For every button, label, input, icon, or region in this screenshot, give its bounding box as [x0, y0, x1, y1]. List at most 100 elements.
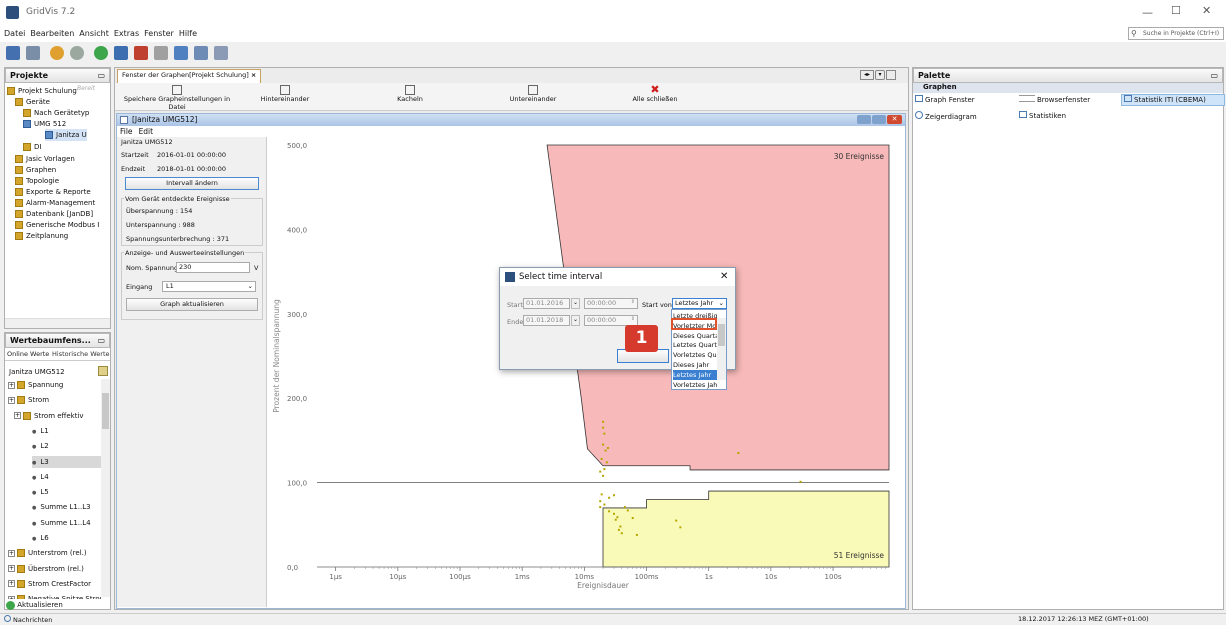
menu-4[interactable]: Fenster [144, 29, 174, 38]
tile-button[interactable]: Kacheln [380, 85, 440, 103]
inner-close-button[interactable]: ✕ [887, 115, 902, 124]
palette-browser-window[interactable]: Browserfenster [1019, 95, 1090, 104]
spinner-icon[interactable]: ⇕ [631, 299, 635, 305]
graph-window-tab[interactable]: Fenster der Graphen[Projekt Schulung] × [117, 69, 262, 83]
minimize-button[interactable]: — [1142, 6, 1153, 19]
cascade-button[interactable]: Hintereinander [255, 85, 315, 103]
save-graph-settings-button[interactable]: Speichere Grapheinstellungen in Datei [117, 85, 237, 111]
projects-hscrollbar[interactable] [5, 318, 110, 328]
menu-5[interactable]: Hilfe [179, 29, 197, 38]
expand-icon[interactable]: + [14, 412, 21, 420]
values-tree-item[interactable]: ● L3 [32, 455, 101, 468]
menu-file[interactable]: File [120, 127, 133, 136]
new-project-icon[interactable] [6, 46, 20, 60]
dropdown-option[interactable]: Letztes Quart [673, 340, 717, 350]
projects-tab[interactable]: Projekte [10, 71, 48, 80]
expand-icon[interactable]: + [8, 381, 15, 389]
iti-chart[interactable]: 0,0 100,0 200,0 300,0 400,0 500,0 1µs 10µs 100µs… [269, 137, 905, 609]
values-tree-item[interactable]: ● L6 [32, 532, 49, 544]
minimize-panel-icon[interactable]: ▭ [1210, 71, 1218, 80]
palette-graph-window[interactable]: Graph Fenster [915, 95, 975, 104]
project-tree-item[interactable]: Zeitplanung [15, 230, 68, 242]
open-project-icon[interactable] [26, 46, 40, 60]
values-tree-item[interactable]: + Strom effektiv [14, 410, 84, 422]
menu-edit[interactable]: Edit [139, 127, 154, 136]
values-tree-item[interactable]: + Spannung [8, 379, 63, 391]
refresh-icon[interactable] [94, 46, 108, 60]
project-tree-item[interactable]: Janitza U [45, 129, 87, 141]
dropdown-option[interactable]: Letztes Jahr [673, 369, 717, 380]
values-tree-item[interactable]: + Strom [8, 394, 49, 406]
maximize-button[interactable]: ☐ [1171, 4, 1181, 17]
close-all-button[interactable]: ✖ Alle schließen [625, 84, 685, 103]
menu-2[interactable]: Ansicht [79, 29, 109, 38]
menu-3[interactable]: Extras [114, 29, 139, 38]
inner-minimize-button[interactable] [857, 115, 871, 124]
dropdown-option[interactable]: Vorletztes Qu [673, 350, 717, 360]
table-icon[interactable] [194, 46, 208, 60]
dropdown-option[interactable]: Dieses Jahr [673, 360, 717, 370]
spinner-icon[interactable]: ⇕ [631, 316, 635, 322]
values-tree-item[interactable]: + Unterstrom (rel.) [8, 547, 87, 559]
change-interval-button[interactable]: Intervall ändern [125, 177, 259, 190]
project-tree-item[interactable]: DI [23, 141, 41, 153]
minimize-panel-icon[interactable]: ▭ [97, 71, 105, 80]
expand-icon[interactable]: + [8, 580, 15, 588]
search-box[interactable]: ⚲ Suche in Projekte (Ctrl+I) [1128, 27, 1224, 40]
palette-tab[interactable]: Palette [918, 71, 950, 80]
values-tree-item[interactable]: ● Summe L1..L4 [32, 517, 91, 529]
start-from-select[interactable]: Letztes Jahr ⌄ [672, 298, 727, 309]
dropdown-scrollbar[interactable] [717, 318, 726, 380]
update-graph-button[interactable]: Graph aktualisieren [126, 298, 258, 311]
tools-icon[interactable] [154, 46, 168, 60]
tab-online-values[interactable]: Online Werte [7, 350, 49, 358]
values-tree-item[interactable]: ● L4 [32, 471, 49, 483]
redo-icon[interactable] [70, 46, 84, 60]
expand-icon[interactable]: + [8, 565, 15, 573]
dropdown-option[interactable]: Dieses Quartal [673, 331, 717, 341]
values-tree-item[interactable]: ● L2 [32, 440, 49, 452]
report-icon[interactable] [214, 46, 228, 60]
start-date-dropdown[interactable]: ⌄ [571, 298, 580, 309]
palette-iti-statistic[interactable]: Statistik ITI (CBEMA) [1121, 94, 1225, 106]
maximize-window-icon[interactable] [886, 70, 896, 80]
values-tree-item[interactable]: ● Summe L1..L3 [32, 501, 91, 513]
palette-phasor-diagram[interactable]: Zeigerdiagram [915, 111, 977, 121]
palette-group[interactable]: Graphen [913, 83, 1223, 93]
end-date-dropdown[interactable]: ⌄ [571, 315, 580, 326]
refresh-button[interactable]: Aktualisieren [6, 599, 63, 611]
window-icon[interactable] [134, 46, 148, 60]
tab-historic-values[interactable]: Historische Werte [52, 350, 110, 358]
expand-icon[interactable]: + [8, 396, 15, 404]
nav-left-icon[interactable]: ◂▸ [860, 70, 874, 80]
inner-maximize-button[interactable] [872, 115, 886, 124]
minimize-panel-icon[interactable]: ▭ [97, 336, 105, 345]
expand-icon[interactable]: + [8, 549, 15, 557]
values-tree-item[interactable]: + Strom CrestFactor [8, 578, 91, 590]
values-tree-item[interactable]: ● L5 [32, 486, 49, 498]
undo-icon[interactable] [50, 46, 64, 60]
window-list-icon[interactable]: ▾ [875, 70, 885, 80]
values-tree-item[interactable]: ● L1 [32, 425, 49, 437]
close-tab-icon[interactable]: × [251, 71, 256, 79]
messages-link[interactable]: Nachrichten [4, 615, 52, 624]
dialog-close-icon[interactable]: ✕ [720, 271, 728, 282]
window-nav-icons[interactable]: ◂▸ ▾ [860, 70, 896, 80]
values-tab[interactable]: Wertebaumfens... [10, 336, 91, 345]
start-date-field[interactable]: 01.01.2016 [523, 298, 570, 309]
filter-icon[interactable] [98, 366, 108, 376]
dropdown-option[interactable]: Vorletztes Jah [673, 380, 717, 390]
device-icon[interactable] [114, 46, 128, 60]
menu-0[interactable]: Datei [4, 29, 25, 38]
end-date-field[interactable]: 01.01.2018 [523, 315, 570, 326]
values-tree-item[interactable]: + Überstrom (rel.) [8, 563, 84, 575]
stack-button[interactable]: Untereinander [503, 85, 563, 103]
values-vscrollbar[interactable] [101, 379, 110, 597]
start-time-field[interactable]: 00:00:00 ⇕ [584, 298, 638, 309]
close-window-button[interactable]: ✕ [1202, 4, 1211, 17]
nominal-voltage-field[interactable]: 230 [176, 262, 250, 273]
users-icon[interactable] [174, 46, 188, 60]
menu-1[interactable]: Bearbeiten [30, 29, 74, 38]
input-select[interactable]: L1 ⌄ [162, 281, 256, 292]
palette-statistics[interactable]: Statistiken [1019, 111, 1066, 120]
